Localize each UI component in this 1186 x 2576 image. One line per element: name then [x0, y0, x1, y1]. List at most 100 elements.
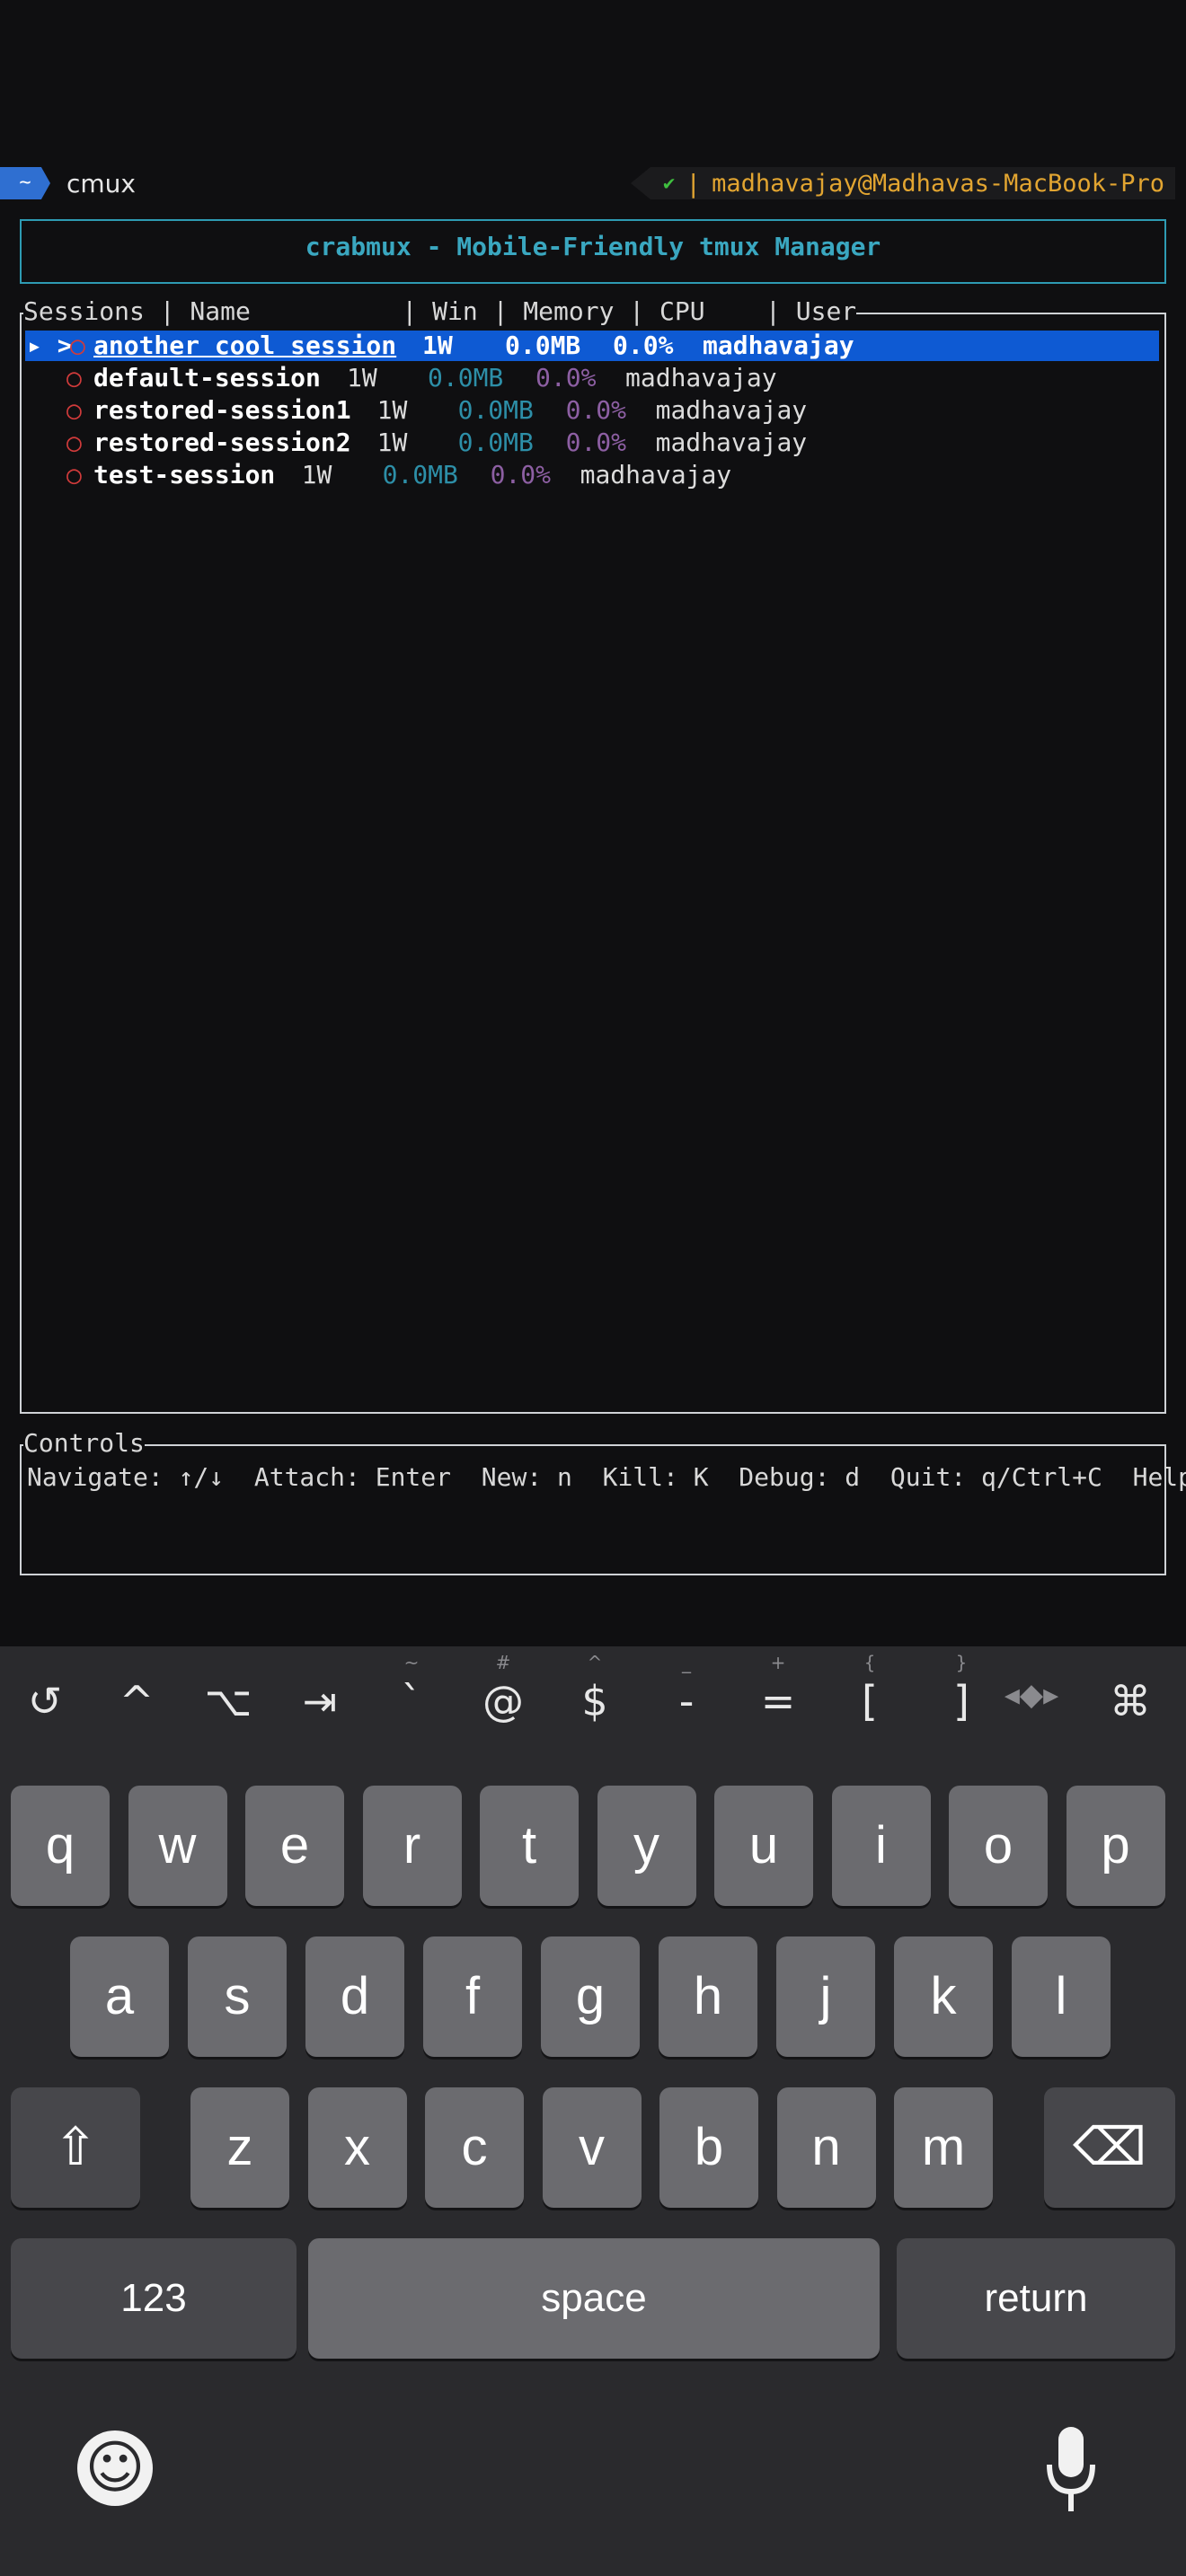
session-name: another cool session	[93, 331, 397, 360]
dash-key-alt-label: _	[682, 1652, 691, 1673]
session-status-icon: ○	[66, 460, 82, 490]
success-check-icon: ✔	[662, 172, 676, 195]
key-k[interactable]: k	[894, 1936, 993, 2057]
ctrl-key-label: ^	[119, 1677, 155, 1725]
session-status-icon: ○	[66, 363, 82, 393]
session-name: test-session	[93, 460, 276, 490]
tab-key[interactable]: ⇥	[284, 1677, 356, 1725]
key-l[interactable]: l	[1012, 1936, 1111, 2057]
key-p[interactable]: p	[1066, 1786, 1165, 1906]
equals-key[interactable]: = +	[742, 1652, 814, 1725]
key-f[interactable]: f	[423, 1936, 522, 2057]
key-j[interactable]: j	[776, 1936, 875, 2057]
sessions-table-header: Sessions | Name | Win | Memory | CPU | U…	[23, 296, 857, 326]
command-key[interactable]: ⌘	[1094, 1677, 1166, 1725]
arrows-icon[interactable]: ◂◆▸	[987, 1677, 1076, 1713]
space-key[interactable]: space	[308, 2238, 880, 2359]
session-row[interactable]: ▸ > ○ another cool session 1W 0.0MB 0.0% madha…	[25, 331, 1159, 361]
session-status-icon: ○	[70, 331, 85, 360]
backspace-key[interactable]: ⌫	[1044, 2087, 1175, 2208]
controls-help-text: Navigate: ↑/↓ Attach: Enter New: n Kill:…	[27, 1462, 1186, 1492]
backtick-key-label: `	[401, 1677, 422, 1725]
microphone-icon[interactable]	[1042, 2425, 1100, 2515]
dash-key[interactable]: - _	[651, 1652, 722, 1725]
session-cpu: 0.0%	[490, 460, 552, 490]
dollar-key[interactable]: $ ^	[559, 1652, 631, 1725]
key-m[interactable]: m	[894, 2087, 993, 2208]
bracket-open-key-label: [	[862, 1677, 878, 1725]
key-g[interactable]: g	[541, 1936, 640, 2057]
session-windows: 1W	[376, 395, 408, 425]
key-i[interactable]: i	[831, 1786, 931, 1906]
numbers-key[interactable]: 123	[11, 2238, 296, 2359]
key-c[interactable]: c	[425, 2087, 524, 2208]
home-dir-badge: ~	[0, 167, 50, 199]
return-key[interactable]: return	[897, 2238, 1175, 2359]
session-cpu: 0.0%	[535, 363, 597, 393]
session-row[interactable]: ○ test-session 1W 0.0MB 0.0% madhavajay	[25, 460, 1159, 490]
dollar-key-alt-label: ^	[587, 1652, 603, 1673]
key-x[interactable]: x	[307, 2087, 407, 2208]
key-r[interactable]: r	[362, 1786, 462, 1906]
key-a[interactable]: a	[70, 1936, 169, 2057]
key-s[interactable]: s	[188, 1936, 287, 2057]
session-user: madhavajay	[655, 428, 808, 457]
session-windows: 1W	[301, 460, 332, 490]
key-z[interactable]: z	[190, 2087, 289, 2208]
session-memory: 0.0MB	[457, 428, 534, 457]
bracket-close-key-label: ]	[953, 1677, 969, 1725]
session-name: default-session	[93, 363, 321, 393]
prompt-separator: |	[686, 168, 702, 198]
bracket-close-key-alt-label: }	[955, 1652, 968, 1673]
history-icon[interactable]: ↺	[9, 1677, 81, 1725]
session-selection-marker: ▸ >	[27, 331, 73, 360]
session-user: madhavajay	[703, 331, 854, 360]
at-key[interactable]: @ #	[467, 1652, 539, 1725]
ctrl-key[interactable]: ^	[101, 1677, 173, 1725]
app-title: crabmux - Mobile-Friendly tmux Manager	[305, 232, 881, 261]
session-memory: 0.0MB	[457, 395, 534, 425]
session-windows: 1W	[347, 363, 377, 393]
tab-key-label: ⇥	[302, 1677, 338, 1725]
session-memory: 0.0MB	[505, 331, 581, 360]
emoji-icon[interactable]: ☺	[77, 2430, 153, 2506]
shift-key[interactable]: ⇧	[11, 2087, 140, 2208]
key-d[interactable]: d	[305, 1936, 404, 2057]
key-u[interactable]: u	[714, 1786, 813, 1906]
session-name: restored-session2	[93, 428, 351, 457]
key-b[interactable]: b	[659, 2087, 758, 2208]
session-memory: 0.0MB	[382, 460, 458, 490]
session-row[interactable]: ○ default-session 1W 0.0MB 0.0% madhavajay	[25, 363, 1159, 393]
dollar-key-label: $	[581, 1677, 608, 1725]
key-o[interactable]: o	[949, 1786, 1048, 1906]
key-e[interactable]: e	[245, 1786, 344, 1906]
equals-key-label: =	[760, 1677, 796, 1725]
dash-key-label: -	[678, 1677, 695, 1725]
command-key-label: ⌘	[1110, 1677, 1151, 1725]
session-cpu: 0.0%	[565, 428, 627, 457]
session-user: madhavajay	[625, 363, 777, 393]
arrows-icon-label: ◂◆▸	[1004, 1677, 1059, 1713]
key-n[interactable]: n	[776, 2087, 876, 2208]
session-user: madhavajay	[655, 395, 808, 425]
backtick-key[interactable]: ` ~	[376, 1652, 447, 1725]
backtick-key-alt-label: ~	[403, 1652, 420, 1673]
session-user: madhavajay	[580, 460, 732, 490]
session-windows: 1W	[422, 331, 453, 360]
key-q[interactable]: q	[11, 1786, 110, 1906]
session-status-icon: ○	[66, 428, 82, 457]
key-v[interactable]: v	[542, 2087, 642, 2208]
alt-key[interactable]: ⌥	[192, 1677, 264, 1725]
controls-title: Controls	[23, 1428, 145, 1458]
key-t[interactable]: t	[480, 1786, 579, 1906]
alt-key-label: ⌥	[204, 1677, 252, 1725]
key-w[interactable]: w	[128, 1786, 227, 1906]
key-y[interactable]: y	[597, 1786, 696, 1906]
at-key-label: @	[482, 1677, 524, 1725]
key-h[interactable]: h	[659, 1936, 757, 2057]
current-directory: cmux	[66, 169, 136, 198]
session-row[interactable]: ○ restored-session1 1W 0.0MB 0.0% madhavajay	[25, 395, 1159, 426]
bracket-open-key[interactable]: [{	[834, 1652, 906, 1725]
session-row[interactable]: ○ restored-session2 1W 0.0MB 0.0% madhavajay	[25, 428, 1159, 458]
keyboard-accessory-bar: ↺ ^ ⌥ ⇥ ` ~ @ # $ ^ - _ = +[{]} ◂◆▸ ⌘	[0, 1646, 1186, 1763]
